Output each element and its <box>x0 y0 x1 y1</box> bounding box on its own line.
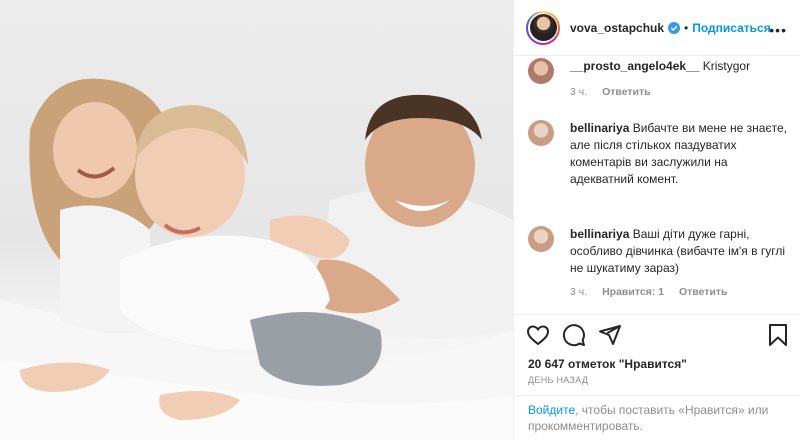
author-avatar[interactable] <box>526 10 560 45</box>
post-side-panel: vova_ostapchuk • Подписаться ••• __prost… <box>513 0 800 440</box>
commenter-avatar[interactable] <box>528 120 554 146</box>
login-link[interactable]: Войдите <box>528 403 575 417</box>
comment-text-block: bellinariya Вибачте ви мене не знаєте, а… <box>570 120 790 188</box>
reply-button[interactable]: Ответить <box>679 286 728 298</box>
comment-time[interactable]: 3 ч. <box>570 86 587 98</box>
comment-icon[interactable] <box>562 323 586 347</box>
likes-count[interactable]: 20 647 отметок "Нравится" <box>528 357 687 371</box>
comment-username[interactable]: __prosto_angelo4ek__ <box>570 59 699 73</box>
comment-text-block: bellinariya Ваші діти дуже гарні, особли… <box>570 226 790 277</box>
comments-list: __prosto_angelo4ek__ Kristygor 3 ч. Отве… <box>514 56 800 314</box>
comment-username[interactable]: bellinariya <box>570 121 629 135</box>
bookmark-icon[interactable] <box>766 323 790 347</box>
comment-item: bellinariya Ваші діти дуже гарні, особли… <box>528 226 788 312</box>
family-photo-illustration <box>0 78 513 440</box>
post-header: vova_ostapchuk • Подписаться ••• <box>514 0 800 56</box>
comment-meta: 3 ч. Ответить <box>570 86 663 98</box>
comment-text: Kristygor <box>702 59 751 73</box>
header-separator: • <box>684 20 689 35</box>
more-options-icon[interactable]: ••• <box>769 22 787 38</box>
login-prompt: Войдите, чтобы поставить «Нравится» или … <box>514 395 800 440</box>
comment-text-block: __prosto_angelo4ek__ Kristygor <box>570 58 790 75</box>
comment-item: bellinariya Вибачте ви мене не знаєте, а… <box>528 120 788 204</box>
share-icon[interactable] <box>598 323 622 347</box>
author-avatar-image <box>529 14 557 41</box>
post-actions: 20 647 отметок "Нравится" ДЕНЬ НАЗАД Вой… <box>514 314 800 440</box>
comment-username[interactable]: bellinariya <box>570 227 629 241</box>
comment-likes[interactable]: Нравится: 1 <box>602 286 664 298</box>
follow-button[interactable]: Подписаться <box>692 21 770 35</box>
verified-badge-icon <box>668 21 681 34</box>
comment-time[interactable]: 3 ч. <box>570 286 587 298</box>
reply-button[interactable]: Ответить <box>602 86 651 98</box>
commenter-avatar[interactable] <box>528 226 554 252</box>
commenter-avatar[interactable] <box>528 58 554 84</box>
author-username[interactable]: vova_ostapchuk <box>570 21 664 35</box>
comment-item: __prosto_angelo4ek__ Kristygor 3 ч. Отве… <box>528 58 788 108</box>
heart-icon[interactable] <box>526 323 550 347</box>
post-photo[interactable] <box>0 0 513 440</box>
comment-meta: 3 ч. Нравится: 1 Ответить <box>570 286 740 298</box>
post-timestamp[interactable]: ДЕНЬ НАЗАД <box>528 375 588 385</box>
